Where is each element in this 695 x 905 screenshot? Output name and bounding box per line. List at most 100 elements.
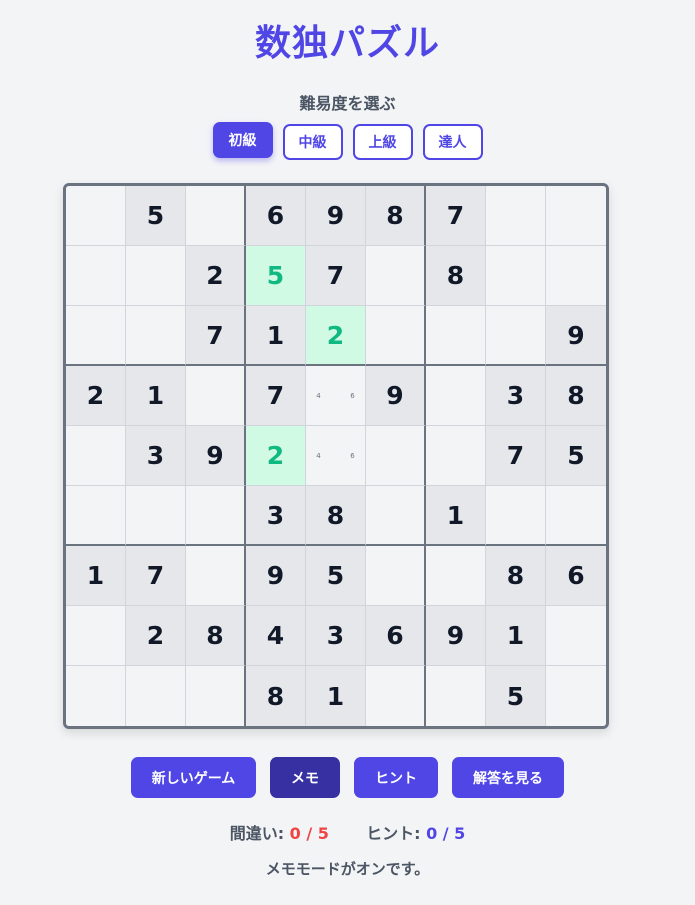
sudoku-cell[interactable] bbox=[426, 426, 486, 486]
sudoku-cell[interactable] bbox=[186, 666, 246, 726]
mistakes-label: 間違い: bbox=[229, 824, 285, 843]
sudoku-cell[interactable]: 1 bbox=[66, 546, 126, 606]
sudoku-cell[interactable]: 9 bbox=[426, 606, 486, 666]
sudoku-cell[interactable]: 2 bbox=[306, 306, 366, 366]
sudoku-cell[interactable]: 1 bbox=[486, 606, 546, 666]
sudoku-cell[interactable] bbox=[546, 486, 606, 546]
sudoku-cell[interactable] bbox=[486, 186, 546, 246]
sudoku-cell[interactable]: 8 bbox=[366, 186, 426, 246]
sudoku-cell[interactable]: 8 bbox=[486, 546, 546, 606]
sudoku-cell[interactable] bbox=[126, 666, 186, 726]
sudoku-cell[interactable]: 7 bbox=[306, 246, 366, 306]
sudoku-cell[interactable] bbox=[366, 486, 426, 546]
sudoku-cell[interactable] bbox=[186, 366, 246, 426]
show-answer-button[interactable]: 解答を見る bbox=[452, 757, 564, 798]
sudoku-cell[interactable]: 8 bbox=[306, 486, 366, 546]
sudoku-cell[interactable]: 9 bbox=[186, 426, 246, 486]
sudoku-cell[interactable] bbox=[186, 186, 246, 246]
sudoku-cell[interactable] bbox=[546, 606, 606, 666]
sudoku-cell[interactable] bbox=[126, 306, 186, 366]
sudoku-cell[interactable] bbox=[66, 486, 126, 546]
sudoku-cell[interactable]: 8 bbox=[426, 246, 486, 306]
sudoku-cell[interactable]: 5 bbox=[246, 246, 306, 306]
sudoku-cell[interactable]: 2 bbox=[126, 606, 186, 666]
sudoku-cell[interactable] bbox=[486, 486, 546, 546]
sudoku-cell[interactable] bbox=[66, 186, 126, 246]
difficulty-master-button[interactable]: 達人 bbox=[422, 124, 483, 160]
sudoku-cell[interactable]: 5 bbox=[486, 666, 546, 726]
sudoku-cell[interactable] bbox=[426, 666, 486, 726]
sudoku-cell[interactable]: 2 bbox=[66, 366, 126, 426]
sudoku-cell[interactable]: 7 bbox=[186, 306, 246, 366]
sudoku-cell[interactable] bbox=[66, 246, 126, 306]
sudoku-cell[interactable] bbox=[366, 666, 426, 726]
sudoku-cell[interactable]: 6 bbox=[366, 606, 426, 666]
sudoku-cell[interactable] bbox=[546, 666, 606, 726]
sudoku-cell[interactable]: 3 bbox=[126, 426, 186, 486]
sudoku-cell[interactable] bbox=[366, 546, 426, 606]
sudoku-cell[interactable]: 46 bbox=[306, 366, 366, 426]
sudoku-cell[interactable] bbox=[426, 306, 486, 366]
difficulty-intermediate-button[interactable]: 中級 bbox=[282, 124, 343, 160]
sudoku-cell[interactable]: 5 bbox=[126, 186, 186, 246]
sudoku-cell[interactable]: 9 bbox=[546, 306, 606, 366]
sudoku-cell[interactable]: 46 bbox=[306, 426, 366, 486]
sudoku-cell[interactable]: 3 bbox=[486, 366, 546, 426]
note-digit: 4 bbox=[316, 391, 321, 400]
sudoku-cell[interactable]: 2 bbox=[246, 426, 306, 486]
sudoku-cell[interactable]: 3 bbox=[246, 486, 306, 546]
sudoku-cell[interactable] bbox=[546, 186, 606, 246]
sudoku-cell[interactable]: 5 bbox=[546, 426, 606, 486]
new-game-button[interactable]: 新しいゲーム bbox=[131, 757, 256, 798]
sudoku-cell[interactable]: 7 bbox=[126, 546, 186, 606]
sudoku-cell[interactable]: 9 bbox=[366, 366, 426, 426]
control-buttons: 新しいゲーム メモ ヒント 解答を見る bbox=[0, 757, 695, 798]
memo-button[interactable]: メモ bbox=[270, 757, 340, 798]
sudoku-cell[interactable]: 3 bbox=[306, 606, 366, 666]
sudoku-cell[interactable] bbox=[546, 246, 606, 306]
sudoku-cell[interactable]: 9 bbox=[306, 186, 366, 246]
sudoku-cell[interactable] bbox=[66, 426, 126, 486]
sudoku-cell[interactable] bbox=[366, 306, 426, 366]
sudoku-cell[interactable]: 4 bbox=[246, 606, 306, 666]
sudoku-cell[interactable]: 1 bbox=[426, 486, 486, 546]
sudoku-cell[interactable]: 8 bbox=[186, 606, 246, 666]
cell-value: 3 bbox=[326, 621, 345, 650]
sudoku-cell[interactable] bbox=[126, 246, 186, 306]
sudoku-cell[interactable]: 6 bbox=[546, 546, 606, 606]
hint-button[interactable]: ヒント bbox=[354, 757, 438, 798]
sudoku-cell[interactable] bbox=[126, 486, 186, 546]
sudoku-cell[interactable] bbox=[66, 666, 126, 726]
cell-value: 1 bbox=[446, 500, 465, 530]
sudoku-cell[interactable] bbox=[366, 426, 426, 486]
sudoku-cell[interactable] bbox=[186, 546, 246, 606]
sudoku-cell[interactable] bbox=[366, 246, 426, 306]
sudoku-cell[interactable]: 7 bbox=[246, 366, 306, 426]
sudoku-cell[interactable] bbox=[426, 366, 486, 426]
cell-value: 7 bbox=[506, 441, 525, 470]
cell-value: 7 bbox=[146, 561, 165, 590]
sudoku-cell[interactable] bbox=[486, 306, 546, 366]
page-title: 数独パズル bbox=[254, 23, 440, 64]
sudoku-cell[interactable] bbox=[486, 246, 546, 306]
sudoku-cell[interactable]: 9 bbox=[246, 546, 306, 606]
sudoku-cell[interactable] bbox=[426, 546, 486, 606]
sudoku-cell[interactable]: 5 bbox=[306, 546, 366, 606]
difficulty-advanced-button[interactable]: 上級 bbox=[352, 124, 413, 160]
sudoku-cell[interactable] bbox=[66, 306, 126, 366]
cell-value: 2 bbox=[206, 261, 224, 290]
sudoku-cell[interactable]: 6 bbox=[246, 186, 306, 246]
sudoku-cell[interactable]: 1 bbox=[306, 666, 366, 726]
cell-value: 1 bbox=[506, 621, 525, 650]
sudoku-cell[interactable] bbox=[66, 606, 126, 666]
sudoku-cell[interactable]: 1 bbox=[246, 306, 306, 366]
sudoku-cell[interactable]: 8 bbox=[246, 666, 306, 726]
cell-value: 8 bbox=[567, 381, 585, 410]
sudoku-cell[interactable]: 8 bbox=[546, 366, 606, 426]
sudoku-cell[interactable]: 7 bbox=[426, 186, 486, 246]
difficulty-beginner-button[interactable]: 初級 bbox=[212, 122, 273, 158]
sudoku-cell[interactable]: 1 bbox=[126, 366, 186, 426]
sudoku-cell[interactable] bbox=[186, 486, 246, 546]
sudoku-cell[interactable]: 7 bbox=[486, 426, 546, 486]
sudoku-cell[interactable]: 2 bbox=[186, 246, 246, 306]
